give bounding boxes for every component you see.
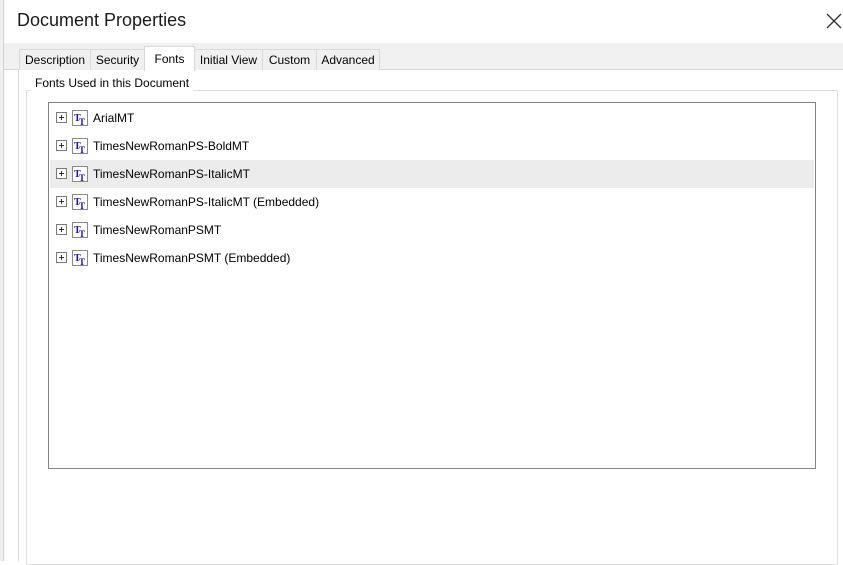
svg-text:T: T — [79, 117, 85, 126]
svg-text:T: T — [79, 145, 85, 154]
font-tree-item-timesnewromanps-italicmt[interactable]: T T TimesNewRomanPS-ItalicMT — [50, 160, 814, 188]
font-name: ArialMT — [93, 111, 135, 125]
truetype-font-icon: T T — [72, 222, 88, 238]
window-left-edge — [0, 0, 4, 561]
dialog-title: Document Properties — [17, 10, 187, 30]
font-tree-item-timesnewromanps-italicmt-embedded[interactable]: T T TimesNewRomanPS-ItalicMT (Embedded) — [50, 188, 814, 216]
svg-text:T: T — [79, 201, 85, 210]
truetype-font-icon: T T — [72, 250, 88, 266]
fonts-tree-list[interactable]: T T ArialMT T T TimesNewRomanPS-BoldMT T… — [48, 102, 816, 469]
tab-advanced[interactable]: Advanced — [316, 49, 380, 70]
plus-expander-icon[interactable] — [56, 168, 67, 179]
truetype-font-icon: T T — [72, 194, 88, 210]
font-name: TimesNewRomanPS-BoldMT — [93, 139, 250, 153]
tab-fonts[interactable]: Fonts — [144, 46, 195, 71]
plus-expander-icon[interactable] — [56, 252, 67, 263]
font-name: TimesNewRomanPS-ItalicMT — [93, 167, 250, 181]
tab-security[interactable]: Security — [90, 49, 145, 70]
font-tree-item-arialmt[interactable]: T T ArialMT — [50, 104, 814, 132]
font-name: TimesNewRomanPS-ItalicMT (Embedded) — [93, 195, 320, 209]
font-tree-item-timesnewromanps-boldmt[interactable]: T T TimesNewRomanPS-BoldMT — [50, 132, 814, 160]
truetype-font-icon: T T — [72, 138, 88, 154]
plus-expander-icon[interactable] — [56, 112, 67, 123]
font-tree-item-timesnewromanpsmt-embedded[interactable]: T T TimesNewRomanPSMT (Embedded) — [50, 244, 814, 272]
plus-expander-icon[interactable] — [56, 196, 67, 207]
tab-initial-view[interactable]: Initial View — [194, 49, 263, 70]
truetype-font-icon: T T — [72, 110, 88, 126]
svg-text:T: T — [79, 173, 85, 182]
tab-description[interactable]: Description — [19, 49, 91, 70]
font-name: TimesNewRomanPSMT (Embedded) — [93, 251, 291, 265]
plus-expander-icon[interactable] — [56, 224, 67, 235]
font-tree-item-timesnewromanpsmt[interactable]: T T TimesNewRomanPSMT — [50, 216, 814, 244]
tab-custom[interactable]: Custom — [262, 49, 317, 70]
fonts-group-label: Fonts Used in this Document — [31, 76, 194, 91]
truetype-font-icon: T T — [72, 166, 88, 182]
plus-expander-icon[interactable] — [56, 140, 67, 151]
svg-text:T: T — [79, 257, 85, 266]
font-name: TimesNewRomanPSMT — [93, 223, 222, 237]
close-icon[interactable] — [823, 10, 843, 32]
svg-text:T: T — [79, 229, 85, 238]
